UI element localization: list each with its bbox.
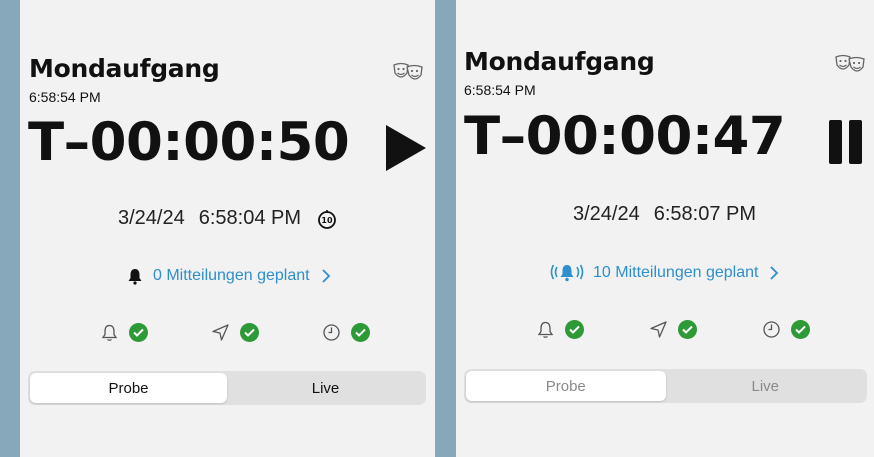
check-icon [351, 323, 370, 342]
play-icon[interactable] [384, 123, 428, 173]
check-icon [791, 320, 810, 339]
status-row [100, 323, 370, 342]
current-time: 6:58:54 PM [29, 89, 101, 105]
bell-icon [128, 269, 142, 285]
target-time: 6:58:07 PM [653, 203, 757, 225]
chevron-right-icon [321, 269, 330, 283]
screen-right: Mondaufgang 6:58:54 PM T–00:00:47 3/24/2… [456, 0, 874, 457]
mode-segmented-control: Probe Live [28, 371, 426, 405]
countdown-display: T–00:00:47 [464, 106, 786, 167]
notifications-label: 10 Mitteilungen geplant [593, 264, 759, 281]
segment-live[interactable]: Live [666, 371, 866, 401]
timer-badge: 10 [321, 216, 333, 225]
check-icon [565, 320, 584, 339]
page-title: Mondaufgang [464, 47, 655, 76]
check-icon [129, 323, 148, 342]
status-time [762, 320, 810, 339]
clock-icon [763, 321, 780, 338]
mode-segmented-control: Probe Live [464, 369, 867, 403]
bell-outline-icon [101, 324, 118, 341]
notifications-link[interactable]: 10 Mitteilungen geplant [550, 263, 780, 283]
check-icon [678, 320, 697, 339]
check-icon [240, 323, 259, 342]
notifications-label: 0 Mitteilungen geplant [153, 267, 310, 284]
location-arrow-icon [212, 324, 229, 341]
bell-ringing-icon [550, 264, 584, 282]
clock-icon [323, 324, 340, 341]
status-location [649, 320, 697, 339]
target-datetime: 3/24/24 6:58:04 PM [118, 207, 301, 230]
status-notifications [536, 320, 584, 339]
target-time: 6:58:04 PM [198, 207, 302, 229]
status-notifications [100, 323, 148, 342]
screen-left: Mondaufgang 6:58:54 PM T–00:00:50 3/24/2… [20, 0, 435, 457]
status-location [211, 323, 259, 342]
countdown-display: T–00:00:50 [28, 112, 350, 173]
timer-10-icon[interactable]: 10 [316, 208, 338, 230]
location-arrow-icon [650, 321, 667, 338]
notifications-link[interactable]: 0 Mitteilungen geplant [126, 267, 332, 285]
target-date: 3/24/24 [118, 207, 185, 229]
current-time: 6:58:54 PM [464, 82, 536, 98]
target-datetime: 3/24/24 6:58:07 PM [573, 203, 756, 226]
segment-probe[interactable]: Probe [30, 373, 227, 403]
target-date: 3/24/24 [573, 203, 640, 225]
pause-icon[interactable] [826, 118, 870, 168]
segment-probe[interactable]: Probe [466, 371, 666, 401]
segment-live[interactable]: Live [227, 373, 424, 403]
page-title: Mondaufgang [29, 54, 220, 83]
theater-masks-icon[interactable] [392, 62, 424, 84]
status-time [322, 323, 370, 342]
chevron-right-icon [770, 266, 779, 280]
bell-outline-icon [537, 321, 554, 338]
theater-masks-icon[interactable] [834, 54, 866, 76]
status-row [536, 320, 810, 339]
